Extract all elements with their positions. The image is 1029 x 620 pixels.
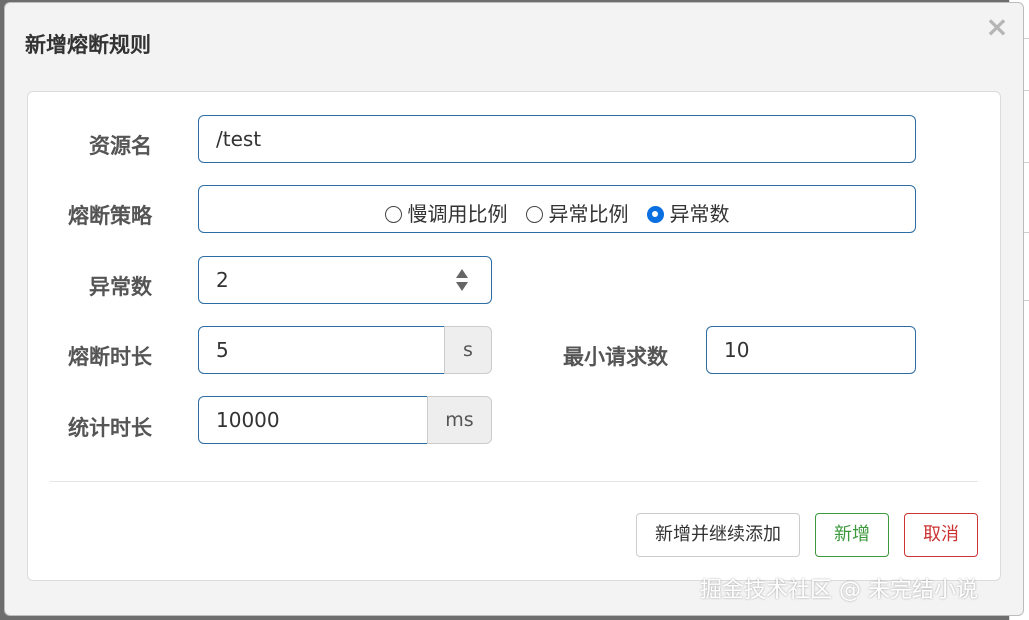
strategy-label: 熔断策略: [68, 204, 152, 228]
cancel-button[interactable]: 取消: [904, 513, 978, 557]
stat-duration-input[interactable]: 10000: [198, 396, 428, 444]
add-button[interactable]: 新增: [815, 513, 889, 557]
break-duration-unit: s: [444, 326, 492, 374]
exception-count-label: 异常数: [89, 275, 152, 299]
radio-slow-ratio-circle[interactable]: [384, 205, 402, 223]
radio-exception-count[interactable]: 异常数: [646, 191, 730, 237]
number-spinner-icon[interactable]: [455, 267, 469, 293]
break-duration-label: 熔断时长: [68, 345, 152, 369]
radio-exception-ratio-label: 异常比例: [548, 202, 629, 226]
radio-slow-ratio[interactable]: 慢调用比例: [384, 191, 508, 237]
stat-duration-label: 统计时长: [68, 416, 152, 440]
radio-exception-ratio[interactable]: 异常比例: [525, 191, 629, 237]
add-and-continue-button[interactable]: 新增并继续添加: [636, 513, 800, 557]
add-degrade-rule-dialog: 新增熔断规则 × 资源名 /test 熔断策略 慢调用比例 异常比例 异常数 异…: [4, 2, 1024, 616]
spinner-up-icon[interactable]: [456, 269, 468, 278]
radio-exception-ratio-circle[interactable]: [525, 205, 543, 223]
close-icon[interactable]: ×: [985, 13, 1009, 41]
watermark-text: 掘金技术社区 @ 未完结小说: [700, 578, 978, 603]
min-requests-input[interactable]: 10: [706, 326, 916, 374]
dialog-title: 新增熔断规则: [25, 33, 151, 57]
resource-label: 资源名: [89, 134, 152, 158]
exception-count-value: 2: [216, 268, 229, 292]
exception-count-input[interactable]: 2: [198, 256, 492, 304]
strategy-radio-group: 慢调用比例 异常比例 异常数: [198, 185, 916, 233]
radio-exception-count-circle[interactable]: [646, 205, 664, 223]
radio-slow-ratio-label: 慢调用比例: [407, 202, 508, 226]
min-requests-label: 最小请求数: [563, 345, 668, 369]
resource-input[interactable]: /test: [198, 115, 916, 163]
break-duration-input[interactable]: 5: [198, 326, 445, 374]
footer-divider: [50, 481, 978, 482]
spinner-down-icon[interactable]: [456, 282, 468, 291]
form-panel: 资源名 /test 熔断策略 慢调用比例 异常比例 异常数 异常数 2 熔断时长…: [27, 91, 1001, 581]
stat-duration-unit: ms: [427, 396, 492, 444]
radio-exception-count-label: 异常数: [669, 202, 730, 226]
